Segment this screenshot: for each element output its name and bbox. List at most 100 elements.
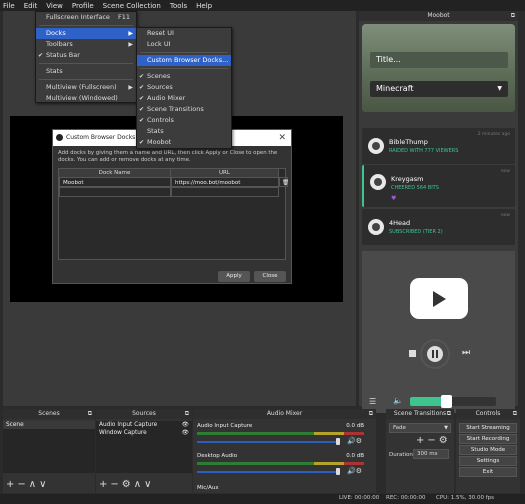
menu-edit[interactable]: Edit bbox=[24, 2, 38, 10]
eye-icon[interactable]: 👁 bbox=[182, 429, 189, 437]
new-dock-url-cell[interactable] bbox=[171, 187, 279, 197]
up-icon[interactable]: ∧ bbox=[29, 479, 39, 490]
menu-item-status-bar[interactable]: ✔ Status Bar bbox=[36, 50, 136, 61]
menu-item-moobot[interactable]: ✔ Moobot bbox=[137, 137, 231, 148]
menu-item-docks[interactable]: Docks ▶ bbox=[36, 28, 136, 39]
start-recording-button[interactable]: Start Recording bbox=[459, 434, 517, 444]
exit-button[interactable]: Exit bbox=[459, 467, 517, 477]
skip-icon[interactable]: ⏭ bbox=[462, 348, 470, 358]
settings-button[interactable]: Settings bbox=[459, 456, 517, 466]
trash-icon[interactable]: 🗑 bbox=[279, 177, 289, 187]
menu-scene-collection[interactable]: Scene Collection bbox=[103, 2, 161, 10]
menu-item-sources[interactable]: ✔ Sources bbox=[137, 82, 231, 93]
stream-title-input[interactable]: Title... bbox=[370, 52, 508, 68]
menu-help[interactable]: Help bbox=[196, 2, 212, 10]
game-background-image bbox=[362, 24, 515, 112]
close-icon[interactable]: ✕ bbox=[278, 130, 286, 146]
col-header-url[interactable]: URL bbox=[171, 169, 279, 177]
dock-name-cell[interactable]: Moobot bbox=[59, 177, 171, 187]
remove-icon[interactable]: − bbox=[427, 435, 438, 446]
undock-icon[interactable]: ⧉ bbox=[185, 409, 189, 419]
dock-title: Sources bbox=[132, 410, 156, 417]
menu-item-audio-mixer[interactable]: ✔ Audio Mixer bbox=[137, 93, 231, 104]
menu-separator bbox=[39, 25, 133, 26]
docks-submenu: Reset UI Lock UI Custom Browser Docks...… bbox=[136, 27, 232, 149]
check-icon: ✔ bbox=[139, 95, 145, 102]
game-select[interactable]: Minecraft ▼ bbox=[370, 81, 508, 97]
event-time: 2 minutes ago bbox=[477, 132, 510, 137]
menu-item-custom-browser-docks[interactable]: Custom Browser Docks... bbox=[137, 55, 231, 66]
menu-item-label: Multiview (Windowed) bbox=[46, 94, 118, 102]
status-bar: LIVE: 00:00:00 REC: 00:00:00 CPU: 1.5%, … bbox=[0, 494, 525, 504]
event-item: 4Head SUBSCRIBED (TIER 2) now bbox=[362, 209, 515, 245]
dock-url-cell[interactable]: https://moo.bot/moobot bbox=[171, 177, 279, 187]
mixer-channel: Audio Input Capture 0.0 dB 🔊⚙ bbox=[197, 423, 364, 451]
duration-label: Duration bbox=[389, 452, 413, 458]
speaker-icon[interactable]: 🔊⚙ bbox=[347, 467, 362, 475]
menu-item-scenes[interactable]: ✔ Scenes bbox=[137, 71, 231, 82]
add-icon[interactable]: + bbox=[99, 479, 110, 490]
volume-slider[interactable] bbox=[410, 395, 496, 408]
list-item[interactable]: Window Capture 👁 bbox=[96, 429, 192, 437]
check-icon: ✔ bbox=[139, 106, 145, 113]
menu-item-stats[interactable]: Stats bbox=[137, 126, 231, 137]
playlist-icon[interactable]: ☰ bbox=[369, 397, 376, 406]
volume-slider[interactable] bbox=[197, 441, 340, 443]
start-streaming-button[interactable]: Start Streaming bbox=[459, 423, 517, 433]
undock-icon[interactable]: ⧉ bbox=[513, 409, 517, 419]
add-icon[interactable]: + bbox=[6, 479, 17, 490]
speaker-icon[interactable]: 🔈 bbox=[393, 396, 403, 405]
volume-knob[interactable] bbox=[441, 395, 453, 408]
menu-item-reset-ui[interactable]: Reset UI bbox=[137, 28, 231, 39]
menu-tools[interactable]: Tools bbox=[170, 2, 187, 10]
dialog-title: Custom Browser Docks bbox=[66, 134, 136, 141]
menu-item-scene-transitions[interactable]: ✔ Scene Transitions bbox=[137, 104, 231, 115]
remove-icon[interactable]: − bbox=[110, 479, 121, 490]
menu-item-multiview-fullscreen[interactable]: Multiview (Fullscreen) ▶ bbox=[36, 82, 136, 93]
undock-icon[interactable]: ⧉ bbox=[511, 11, 515, 21]
undock-icon[interactable]: ⧉ bbox=[369, 409, 373, 419]
menu-separator bbox=[140, 68, 228, 69]
live-time: LIVE: 00:00:00 bbox=[339, 495, 380, 501]
col-header-name[interactable]: Dock Name bbox=[59, 169, 171, 177]
menu-item-toolbars[interactable]: Toolbars ▶ bbox=[36, 39, 136, 50]
menu-item-lock-ui[interactable]: Lock UI bbox=[137, 39, 231, 50]
down-icon[interactable]: ∨ bbox=[39, 479, 49, 490]
menu-view[interactable]: View bbox=[46, 2, 63, 10]
up-icon[interactable]: ∧ bbox=[134, 479, 144, 490]
transition-select[interactable]: Fade ▼ bbox=[389, 423, 451, 433]
settings-icon[interactable]: ⚙ bbox=[439, 435, 451, 446]
apply-button[interactable]: Apply bbox=[218, 271, 250, 282]
settings-icon[interactable]: ⚙ bbox=[122, 479, 134, 490]
duration-input[interactable]: 300 ms bbox=[413, 449, 449, 459]
remove-icon[interactable]: − bbox=[17, 479, 28, 490]
undock-icon[interactable]: ⧉ bbox=[88, 409, 92, 419]
moobot-dock: Moobot ⧉ Title... Minecraft ▼ BibleThump… bbox=[359, 11, 518, 413]
down-icon[interactable]: ∨ bbox=[144, 479, 154, 490]
speaker-icon[interactable]: 🔊⚙ bbox=[347, 437, 362, 445]
new-dock-name-cell[interactable] bbox=[59, 187, 171, 197]
volume-knob[interactable] bbox=[336, 468, 340, 475]
list-item[interactable]: Audio Input Capture 👁 bbox=[96, 421, 192, 429]
menu-item-label: Moobot bbox=[147, 138, 172, 146]
menu-file[interactable]: File bbox=[3, 2, 15, 10]
menu-profile[interactable]: Profile bbox=[72, 2, 94, 10]
audio-mixer-dock: Audio Mixer ⧉ Audio Input Capture 0.0 dB … bbox=[193, 409, 376, 493]
stop-icon[interactable] bbox=[409, 350, 416, 357]
volume-knob[interactable] bbox=[336, 438, 340, 445]
menu-item-multiview-windowed[interactable]: Multiview (Windowed) bbox=[36, 93, 136, 104]
studio-mode-button[interactable]: Studio Mode bbox=[459, 445, 517, 455]
menu-item-fullscreen-interface[interactable]: Fullscreen Interface F11 bbox=[36, 12, 136, 23]
youtube-logo-icon[interactable] bbox=[410, 278, 468, 319]
pause-icon[interactable] bbox=[427, 346, 443, 362]
list-item[interactable]: Scene bbox=[3, 421, 95, 429]
close-button[interactable]: Close bbox=[254, 271, 286, 282]
volume-slider[interactable] bbox=[197, 471, 340, 473]
eye-icon[interactable]: 👁 bbox=[182, 421, 189, 429]
channel-db: 0.0 dB bbox=[346, 453, 364, 459]
undock-icon[interactable]: ⧉ bbox=[447, 409, 451, 419]
menu-item-controls[interactable]: ✔ Controls bbox=[137, 115, 231, 126]
menu-item-stats[interactable]: Stats bbox=[36, 66, 136, 77]
add-icon[interactable]: + bbox=[416, 435, 427, 446]
menu-item-label: Docks bbox=[46, 29, 66, 37]
